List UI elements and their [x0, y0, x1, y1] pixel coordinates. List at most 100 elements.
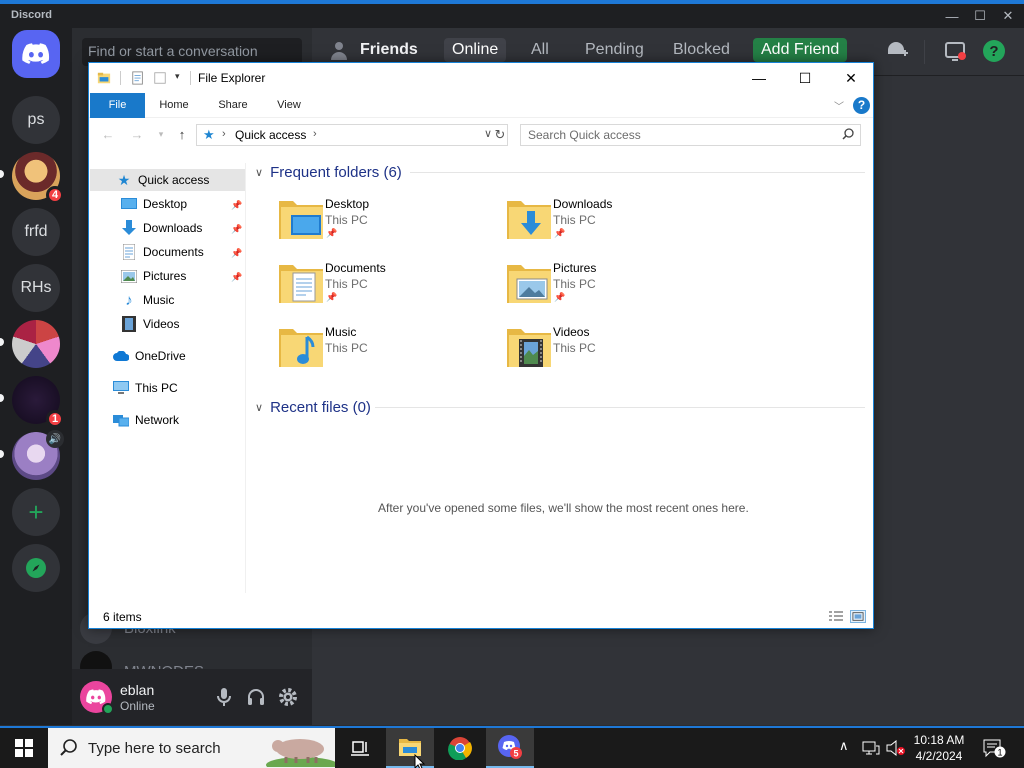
new-group-dm-icon[interactable]: [884, 38, 910, 64]
tab-online[interactable]: Online: [444, 38, 507, 62]
explore-servers-button[interactable]: [12, 544, 60, 592]
notification-count-badge: 1: [997, 748, 1002, 758]
sidebar-item-desktop[interactable]: Desktop: [121, 193, 187, 215]
taskbar-chrome[interactable]: [436, 728, 484, 768]
pin-icon[interactable]: 📌: [231, 272, 242, 283]
tab-file[interactable]: File: [90, 93, 145, 118]
tab-blocked[interactable]: Blocked: [665, 38, 738, 62]
expand-ribbon-icon[interactable]: ﹀: [834, 98, 844, 113]
taskbar: Type here to search 5 ∧ 10:18 AM 4/2/202…: [0, 726, 1024, 768]
microphone-icon[interactable]: [214, 687, 234, 707]
help-icon[interactable]: ?: [981, 38, 1007, 64]
document-icon: [121, 244, 137, 260]
server-rhs[interactable]: RHs: [12, 264, 60, 312]
add-server-button[interactable]: +: [12, 488, 60, 536]
breadcrumb[interactable]: Quick access: [235, 128, 306, 142]
sidebar-item-videos[interactable]: Videos: [121, 313, 179, 335]
folder-tile-downloads[interactable]: Downloads This PC 📌: [505, 195, 725, 255]
dm-item-label: MWNODES: [124, 651, 204, 671]
sidebar-item-network[interactable]: Network: [113, 409, 179, 431]
folder-tile-videos[interactable]: Videos This PC: [505, 323, 725, 383]
sidebar-item-label: Documents: [143, 245, 204, 259]
breadcrumb-chevron-icon[interactable]: ›: [313, 128, 317, 140]
network-status-icon[interactable]: [862, 740, 880, 756]
details-view-icon[interactable]: [828, 610, 844, 623]
search-icon[interactable]: [842, 128, 854, 143]
discord-maximize-button[interactable]: ☐: [970, 6, 990, 26]
taskbar-discord[interactable]: 5: [486, 728, 534, 768]
server-avatar-2[interactable]: [0, 320, 60, 368]
refresh-icon[interactable]: ↻: [491, 124, 509, 146]
action-center-icon[interactable]: 1: [982, 738, 1006, 758]
inbox-icon[interactable]: [942, 38, 968, 64]
music-note-icon: ♪: [125, 291, 133, 309]
taskbar-search-input[interactable]: Type here to search: [48, 728, 335, 768]
search-input[interactable]: Search Quick access: [520, 124, 861, 146]
sidebar-item-music[interactable]: ♪ Music: [121, 289, 174, 311]
help-icon[interactable]: ?: [853, 97, 870, 114]
folder-name: Videos: [553, 325, 590, 339]
sidebar-item-quick-access[interactable]: ★ Quick access: [90, 169, 245, 191]
large-icons-view-icon[interactable]: [850, 610, 866, 623]
new-folder-icon[interactable]: [153, 71, 167, 85]
add-friend-button[interactable]: Add Friend: [753, 38, 848, 62]
tab-pending[interactable]: Pending: [577, 38, 652, 62]
start-button[interactable]: [0, 728, 48, 768]
server-frfd[interactable]: frfd: [12, 208, 60, 256]
back-arrow-icon[interactable]: ←: [98, 123, 118, 145]
explorer-minimize-button[interactable]: —: [736, 63, 782, 93]
discord-close-button[interactable]: ✕: [998, 6, 1018, 26]
properties-icon[interactable]: [131, 71, 145, 85]
downloads-folder-icon: [507, 201, 551, 239]
server-avatar-4[interactable]: 🔊: [0, 430, 64, 480]
discord-logo-icon: [86, 689, 106, 705]
content-pane: ∨ Frequent folders (6) Desktop This PC 📌…: [247, 158, 873, 598]
folder-tile-pictures[interactable]: Pictures This PC 📌: [505, 259, 725, 319]
explorer-titlebar[interactable]: ▾ File Explorer — ☐ ✕: [89, 63, 873, 93]
sidebar-item-pictures[interactable]: Pictures: [121, 265, 186, 287]
system-clock[interactable]: 10:18 AM 4/2/2024: [904, 732, 974, 764]
server-ps-label: ps: [27, 111, 45, 128]
dm-item[interactable]: MWNODES: [80, 651, 304, 671]
sidebar-item-this-pc[interactable]: This PC: [113, 377, 178, 399]
sidebar-item-onedrive[interactable]: OneDrive: [113, 345, 186, 367]
folder-tile-music[interactable]: Music This PC: [277, 323, 497, 383]
server-avatar-3[interactable]: 1: [0, 376, 64, 428]
tab-share[interactable]: Share: [213, 93, 253, 118]
up-arrow-icon[interactable]: ↑: [172, 123, 192, 145]
mention-badge: 1: [46, 410, 64, 428]
explorer-window-title: File Explorer: [198, 71, 266, 85]
folder-tile-documents[interactable]: Documents This PC 📌: [277, 259, 497, 319]
frequent-folders-header[interactable]: ∨ Frequent folders (6): [255, 162, 402, 182]
sidebar-item-documents[interactable]: Documents: [121, 241, 204, 263]
sidebar-item-downloads[interactable]: Downloads: [121, 217, 202, 239]
pin-icon[interactable]: 📌: [231, 224, 242, 235]
recent-locations-icon[interactable]: ▾: [151, 123, 171, 145]
forward-arrow-icon[interactable]: →: [127, 123, 147, 145]
qat-dropdown-icon[interactable]: ▾: [175, 71, 180, 82]
discord-home-button[interactable]: [12, 30, 60, 78]
tab-view[interactable]: View: [269, 93, 309, 118]
pin-icon[interactable]: 📌: [231, 248, 242, 259]
server-rhs-label: RHs: [20, 279, 52, 296]
show-hidden-icons-chevron-icon[interactable]: ∧: [839, 738, 849, 754]
recent-files-empty-message: After you've opened some files, we'll sh…: [378, 501, 749, 515]
server-avatar-1[interactable]: 4: [0, 152, 64, 204]
task-view-button[interactable]: [336, 728, 384, 768]
headphones-icon[interactable]: [246, 687, 266, 707]
volume-muted-icon[interactable]: [886, 740, 906, 756]
discord-minimize-button[interactable]: —: [942, 6, 962, 26]
folder-location: This PC: [325, 341, 368, 355]
settings-gear-icon[interactable]: [278, 687, 298, 707]
tab-home[interactable]: Home: [154, 93, 194, 118]
folder-tile-desktop[interactable]: Desktop This PC 📌: [277, 195, 497, 255]
pin-icon[interactable]: 📌: [231, 200, 242, 211]
address-bar[interactable]: ★ › Quick access › ∨: [196, 124, 508, 146]
server-ps[interactable]: ps: [12, 96, 60, 144]
recent-files-header[interactable]: ∨ Recent files (0): [255, 397, 371, 417]
tab-all[interactable]: All: [523, 38, 557, 62]
explorer-maximize-button[interactable]: ☐: [782, 63, 828, 93]
folder-location: This PC: [553, 213, 596, 227]
taskbar-file-explorer[interactable]: [386, 728, 434, 768]
explorer-close-button[interactable]: ✕: [828, 63, 874, 93]
